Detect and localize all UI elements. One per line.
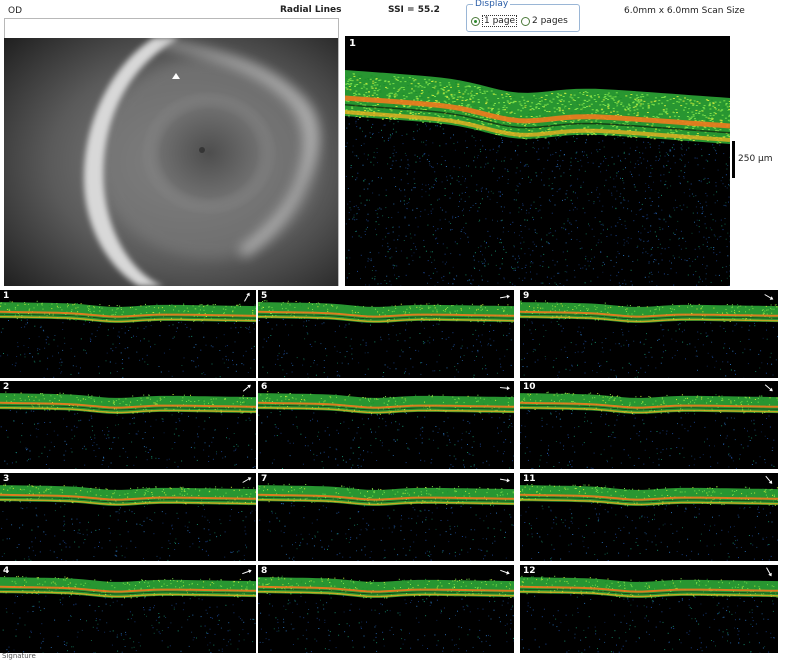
bscan-thumbnail-image — [258, 483, 514, 561]
radio-selected-icon — [471, 16, 480, 26]
eye-label: OD — [8, 6, 23, 16]
scan-direction-arrow-icon — [244, 292, 250, 302]
thumbnail-number: 5 — [261, 291, 268, 301]
scan-size-label: 6.0mm x 6.0mm Scan Size — [624, 6, 745, 16]
scale-bar — [732, 141, 735, 178]
bscan-thumbnail[interactable]: 8 — [258, 565, 514, 653]
thumbnail-number: 7 — [261, 474, 268, 484]
thumbnail-number: 6 — [261, 382, 268, 392]
scan-direction-arrow-icon — [499, 386, 510, 391]
bscan-thumbnail[interactable]: 2 — [0, 381, 256, 469]
thumbnail-number: 11 — [523, 474, 536, 484]
scan-direction-arrow-icon — [242, 477, 252, 483]
footer-text: Signature — [2, 652, 36, 660]
scale-label: 250 µm — [738, 154, 773, 164]
bscan-thumbnail[interactable]: 6 — [258, 381, 514, 469]
bscan-thumbnail[interactable]: 9 — [520, 290, 778, 378]
scan-direction-arrow-icon — [242, 384, 251, 392]
bscan-thumbnail-image — [520, 391, 778, 469]
thumbnail-number: 10 — [523, 382, 536, 392]
scan-direction-arrow-icon — [766, 567, 772, 577]
main-bscan[interactable]: 1 — [345, 36, 730, 286]
display-title: Display — [473, 0, 511, 10]
scan-direction-arrow-icon — [764, 384, 773, 392]
display-option-label: 1 page — [482, 15, 518, 27]
display-group: Display 1 page 2 pages — [466, 0, 580, 32]
radio-unselected-icon — [521, 16, 530, 26]
bscan-thumbnail[interactable]: 10 — [520, 381, 778, 469]
ssi-label: SSI = 55.2 — [388, 5, 440, 15]
scan-direction-arrow-icon — [499, 294, 510, 299]
scan-type-label: Radial Lines — [280, 5, 342, 15]
bscan-thumbnail-image — [258, 391, 514, 469]
main-bscan-image — [345, 70, 730, 286]
thumbnail-number: 9 — [523, 291, 530, 301]
scan-direction-arrow-icon — [499, 478, 510, 483]
thumbnail-number: 1 — [3, 291, 10, 301]
display-option-label: 2 pages — [532, 16, 568, 26]
thumbnail-number: 3 — [3, 474, 10, 484]
scan-direction-arrow-icon — [765, 475, 773, 484]
scan-direction-arrow-icon — [500, 569, 510, 575]
scan-direction-arrow-icon — [242, 569, 252, 575]
bscan-thumbnail-image — [0, 300, 256, 378]
bscan-thumbnail-image — [0, 391, 256, 469]
bscan-thumbnail[interactable]: 11 — [520, 473, 778, 561]
fundus-image[interactable] — [4, 38, 338, 286]
thumbnail-number: 8 — [261, 566, 268, 576]
bscan-thumbnail[interactable]: 12 — [520, 565, 778, 653]
bscan-thumbnail[interactable]: 3 — [0, 473, 256, 561]
thumbnail-number: 4 — [3, 566, 10, 576]
display-option-1-page[interactable]: 1 page — [471, 14, 518, 28]
bscan-thumbnail[interactable]: 5 — [258, 290, 514, 378]
bscan-thumbnail-image — [0, 483, 256, 561]
bscan-thumbnail[interactable]: 1 — [0, 290, 256, 378]
scan-direction-arrow-icon — [764, 294, 774, 300]
display-option-2-pages[interactable]: 2 pages — [521, 14, 568, 28]
bscan-thumbnail-image — [258, 300, 514, 378]
bscan-thumbnail-image — [520, 300, 778, 378]
bscan-thumbnail[interactable]: 7 — [258, 473, 514, 561]
bscan-thumbnail-image — [520, 575, 778, 653]
bscan-thumbnail[interactable]: 4 — [0, 565, 256, 653]
bscan-thumbnail-image — [520, 484, 778, 561]
thumbnail-number: 12 — [523, 566, 536, 576]
bscan-thumbnail-image — [0, 575, 256, 653]
main-scan-number: 1 — [349, 38, 356, 49]
thumbnail-number: 2 — [3, 382, 10, 392]
bscan-thumbnail-image — [258, 575, 514, 653]
